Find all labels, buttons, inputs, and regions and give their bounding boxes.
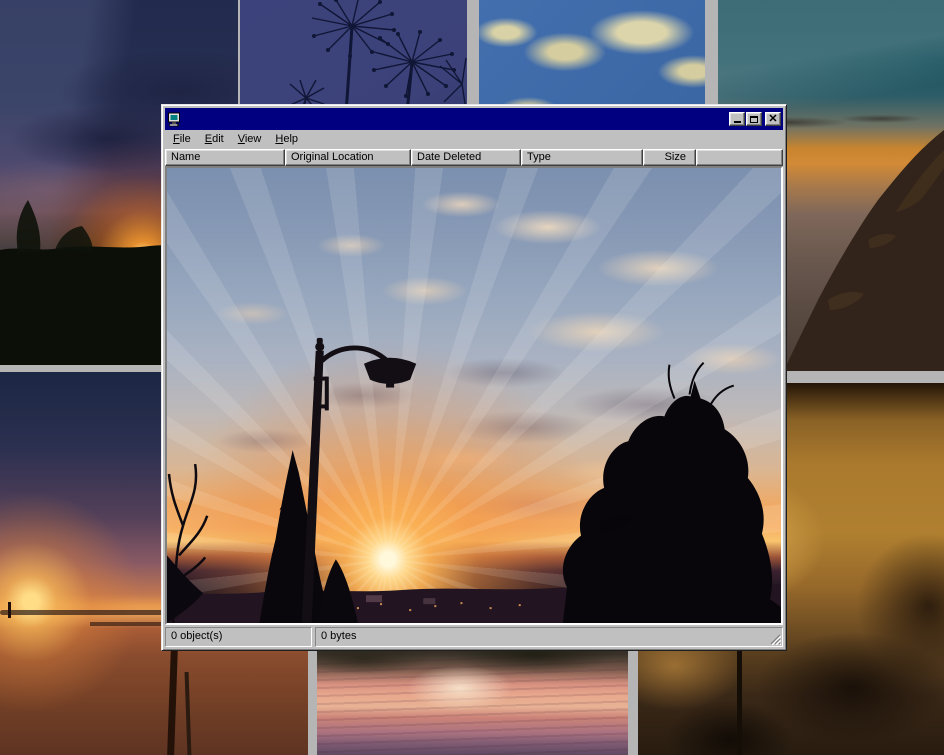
water-pole (8, 602, 11, 618)
close-icon: ✕ (766, 113, 780, 125)
menu-edit[interactable]: Edit (198, 131, 231, 148)
minimize-icon (734, 121, 741, 123)
column-header-spacer[interactable] (696, 149, 783, 166)
menu-view[interactable]: View (231, 131, 269, 148)
maximize-icon (750, 116, 758, 123)
status-object-count: 0 object(s) (165, 627, 312, 647)
desktop: { "window": { "title": "", "titlebar_col… (0, 0, 944, 755)
wallpaper-sunset-lamp-photo (167, 168, 781, 623)
status-bar: 0 object(s) 0 bytes (165, 625, 783, 647)
recycle-bin-window: ✕ File Edit View Help Name Original Loca… (161, 104, 787, 651)
file-list-area[interactable] (165, 166, 783, 625)
status-bytes-text: 0 bytes (321, 630, 356, 642)
water-pole (167, 648, 178, 755)
menu-bar: File Edit View Help (165, 130, 783, 149)
computer-icon (167, 112, 183, 127)
column-header-date-deleted[interactable]: Date Deleted (411, 149, 521, 166)
minimize-button[interactable] (729, 112, 745, 126)
maximize-button[interactable] (746, 112, 762, 126)
photo-silhouettes (167, 168, 781, 623)
menu-file[interactable]: File (166, 131, 198, 148)
column-header-type[interactable]: Type (521, 149, 643, 166)
close-button[interactable]: ✕ (765, 112, 781, 126)
column-header-original-location[interactable]: Original Location (285, 149, 411, 166)
water-pole (185, 672, 192, 755)
status-size: 0 bytes (315, 627, 783, 647)
column-header-row: Name Original Location Date Deleted Type… (165, 149, 783, 166)
titlebar[interactable]: ✕ (165, 108, 783, 130)
column-header-size[interactable]: Size (643, 149, 696, 166)
menu-help[interactable]: Help (268, 131, 305, 148)
resize-grip-icon[interactable] (768, 632, 781, 645)
column-header-name[interactable]: Name (165, 149, 285, 166)
